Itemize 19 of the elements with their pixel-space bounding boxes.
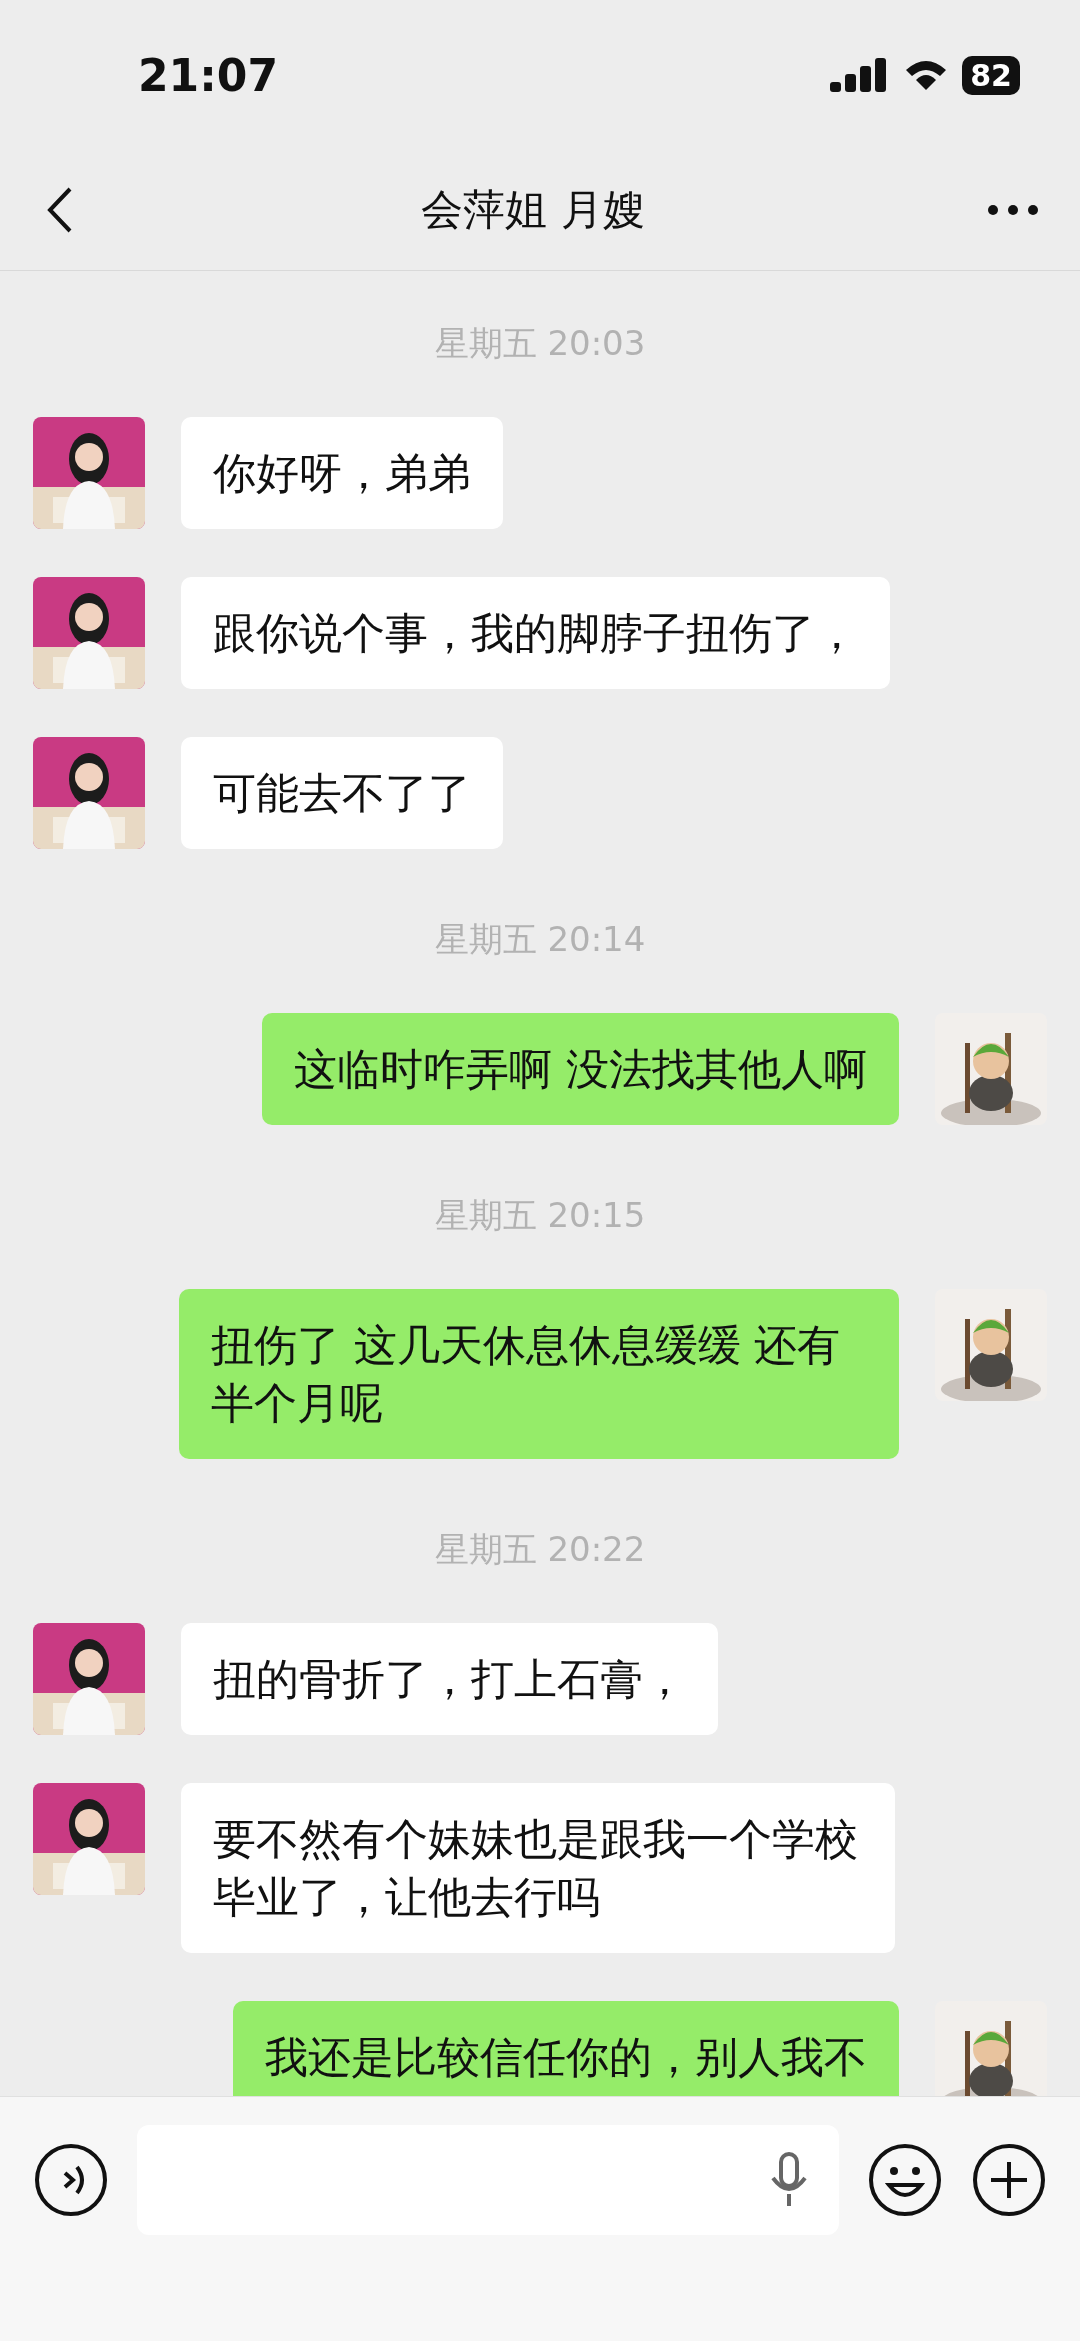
message-bubble: 这临时咋弄啊 没法找其他人啊 (262, 1013, 899, 1125)
battery-level: 82 (962, 55, 1020, 95)
message-bubble: 我还是比较信任你的，别人我不 (233, 2001, 899, 2096)
message-bubble: 扭伤了 这几天休息休息缓缓 还有半个月呢 (179, 1289, 899, 1459)
message-bubble: 要不然有个妹妹也是跟我一个学校毕业了，让他去行吗 (181, 1783, 895, 1953)
message-bubble: 你好呀，弟弟 (181, 417, 503, 529)
message-bubble: 可能去不了了 (181, 737, 503, 849)
status-time: 21:07 (138, 49, 279, 101)
message-time: 星期五 20:14 (434, 918, 646, 961)
chat-title: 会萍姐 月嫂 (421, 184, 645, 236)
message-input-field[interactable] (137, 2125, 839, 2235)
microphone-icon[interactable] (769, 2152, 809, 2208)
message-bubble: 扭的骨折了，打上石膏， (181, 1623, 718, 1735)
message-time: 星期五 20:22 (434, 1528, 646, 1571)
wifi-icon (904, 58, 949, 92)
more-icon[interactable] (986, 203, 1040, 217)
message-time: 星期五 20:15 (434, 1194, 646, 1237)
message-bubble: 跟你说个事，我的脚脖子扭伤了， (181, 577, 890, 689)
message-time: 星期五 20:03 (434, 322, 646, 365)
